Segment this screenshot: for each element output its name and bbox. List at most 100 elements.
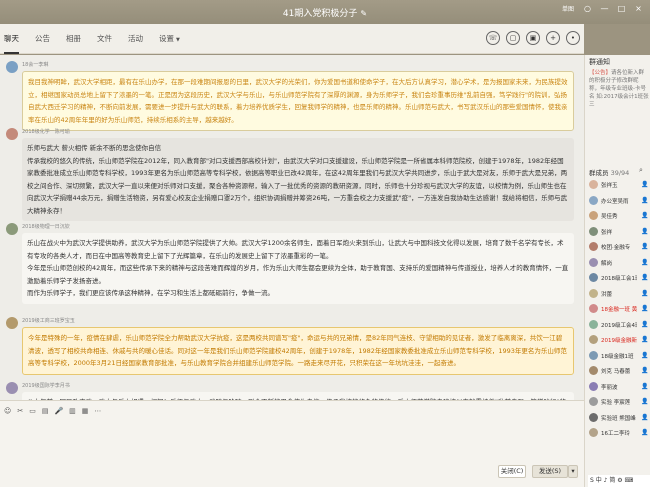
search-icon[interactable]: ⌕ <box>639 166 643 175</box>
skin-icon[interactable]: ○ <box>580 4 595 16</box>
member-name: 2019级金融新秀 <box>601 338 637 344</box>
member-item[interactable]: 实验 李宸莲 👤 <box>589 396 649 408</box>
tab-album[interactable]: 相册 <box>66 24 81 54</box>
user-name[interactable]: 单图 <box>562 4 574 16</box>
member-item[interactable]: 18金融一班 黄琪琪 👤 <box>589 303 649 315</box>
avatar[interactable] <box>589 428 598 437</box>
member-item[interactable]: 18级金融1班 👤 <box>589 350 649 362</box>
avatar[interactable] <box>589 211 598 220</box>
avatar[interactable] <box>589 381 598 391</box>
notice-title: 群通知 <box>589 58 610 66</box>
image-icon[interactable]: ▤ <box>42 407 49 415</box>
window-title-text: 41期入党积极分子 <box>282 9 358 19</box>
add-icon[interactable]: + <box>546 31 560 45</box>
tab-announcement[interactable]: 公告 <box>35 24 50 54</box>
avatar[interactable] <box>589 273 598 282</box>
message-sender[interactable]: 2018级物理一日沉钦 <box>22 223 70 230</box>
minimize-icon[interactable]: — <box>597 4 612 16</box>
member-icon: 👤 <box>641 181 649 188</box>
screenshot-icon[interactable]: ✂ <box>17 407 23 415</box>
tab-settings[interactable]: 设置 ▼ <box>159 24 180 54</box>
member-icon: 👤 <box>641 336 649 343</box>
message-sender[interactable]: 2019级工商三班罗宝玉 <box>22 317 75 324</box>
member-item[interactable]: 实验班 熊国峰 👤 <box>589 412 649 424</box>
tab-activity[interactable]: 活动 <box>128 24 143 54</box>
avatar[interactable] <box>589 226 598 236</box>
title-bar: 41期入党积极分子 ✎ 单图 ○ — □ × <box>0 0 650 24</box>
message-input-area[interactable]: ☺ ✂ ▭ ▤ 🎤 ▥ ▦ ⋯ 关闭(C) 发送(S) ▾ <box>0 400 584 487</box>
screen-share-icon[interactable]: ▢ <box>506 31 520 45</box>
avatar[interactable] <box>589 366 598 375</box>
member-icon: 👤 <box>641 413 649 421</box>
message-sender[interactable]: 2018级化学一陈可瑜 <box>22 128 70 135</box>
member-item[interactable]: 办公室吴雨 👤 <box>589 195 649 207</box>
notice-content[interactable]: 【公告】请各位新入群的积极分子修改群昵称，年级专业班级-卡号名 如:2017级会… <box>589 69 649 109</box>
avatar[interactable] <box>589 350 598 360</box>
avatar[interactable] <box>6 382 18 394</box>
member-icon: 👤 <box>641 398 649 405</box>
avatar[interactable] <box>589 288 598 298</box>
maximize-icon[interactable]: □ <box>614 4 629 16</box>
window-controls: 单图 ○ — □ × <box>562 4 646 16</box>
member-icon: 👤 <box>641 258 649 266</box>
tab-bar: 聊天 公告 相册 文件 活动 设置 ▼ ☏ ▢ ▣ + • <box>0 24 584 54</box>
more-icon[interactable]: ⋯ <box>94 407 101 415</box>
member-name: 实验 李宸莲 <box>601 400 631 406</box>
file-icon[interactable]: ▭ <box>29 407 36 415</box>
member-item[interactable]: 刘克 马春蕾 👤 <box>589 365 649 377</box>
avatar[interactable] <box>589 180 598 189</box>
emoji-icon[interactable]: ☺ <box>4 407 11 415</box>
member-item[interactable]: 2018级工会1班 👤 <box>589 272 649 284</box>
close-icon[interactable]: × <box>631 4 646 16</box>
send-button[interactable]: 发送(S) <box>532 465 568 478</box>
member-item[interactable]: 吴佳秀 👤 <box>589 210 649 222</box>
tab-chat[interactable]: 聊天 <box>4 24 19 54</box>
member-item[interactable]: 校团·金融专 👤 <box>589 241 649 253</box>
app-icon[interactable]: ▣ <box>526 31 540 45</box>
member-item[interactable]: 李丽波 👤 <box>589 381 649 393</box>
member-item[interactable]: 16工二李玲 👤 <box>589 427 649 439</box>
member-name: 18级金融1班 <box>601 353 634 360</box>
avatar[interactable] <box>6 128 18 140</box>
member-name: 洪蕾 <box>601 291 613 298</box>
call-icon[interactable]: ☏ <box>486 31 500 45</box>
avatar[interactable] <box>589 319 598 329</box>
avatar[interactable] <box>6 223 18 235</box>
tab-settings-label: 设置 <box>159 33 174 43</box>
member-item[interactable]: 张祥 👤 <box>589 226 649 238</box>
chat-area[interactable]: 18会一李琳 我目我神明眸，武汉大学相距，最有在乐山办学，在那一段难期间报恩的日… <box>0 55 584 400</box>
member-item[interactable]: 2019级金融新秀 👤 <box>589 334 649 346</box>
member-name: 实验班 熊国峰 <box>601 415 636 422</box>
member-name: 办公室吴雨 <box>601 198 629 205</box>
more-icon[interactable]: • <box>566 31 580 45</box>
avatar[interactable] <box>589 335 598 344</box>
edit-icon[interactable]: ✎ <box>360 9 367 18</box>
message-sender[interactable]: 2019级国际学李月书 <box>22 382 70 389</box>
avatar[interactable] <box>589 242 598 251</box>
avatar[interactable] <box>6 317 18 329</box>
ime-toolbar[interactable]: S 中 ♪ 简 ⚙ ⌨ <box>588 475 650 487</box>
avatar[interactable] <box>6 61 18 73</box>
avatar[interactable] <box>589 412 598 422</box>
member-item[interactable]: 洪蕾 👤 <box>589 288 649 300</box>
calendar-icon[interactable]: ▥ <box>69 407 76 415</box>
avatar[interactable] <box>589 397 598 406</box>
avatar[interactable] <box>589 195 598 205</box>
group-sidebar: 群通知 【公告】请各位新入群的积极分子修改群昵称，年级专业班级-卡号名 如:20… <box>584 55 650 487</box>
message-sender[interactable]: 18会一李琳 <box>22 61 48 68</box>
member-item[interactable]: 解岗 👤 <box>589 257 649 269</box>
member-name: 张祥 <box>601 229 613 236</box>
avatar[interactable] <box>589 304 598 313</box>
history-icon[interactable]: ▦ <box>82 407 89 415</box>
member-item[interactable]: 2019级工会4班 👤 <box>589 319 649 331</box>
send-options-button[interactable]: ▾ <box>568 465 578 478</box>
member-icon: 👤 <box>641 305 649 312</box>
voice-icon[interactable]: 🎤 <box>54 407 63 415</box>
member-item[interactable]: 张祥玉 👤 <box>589 179 649 191</box>
avatar[interactable] <box>589 257 598 267</box>
members-count: 39/94 <box>610 169 630 177</box>
close-button[interactable]: 关闭(C) <box>498 465 526 478</box>
tab-files[interactable]: 文件 <box>97 24 112 54</box>
chevron-down-icon: ▼ <box>176 36 180 43</box>
member-icon: 👤 <box>641 212 649 219</box>
